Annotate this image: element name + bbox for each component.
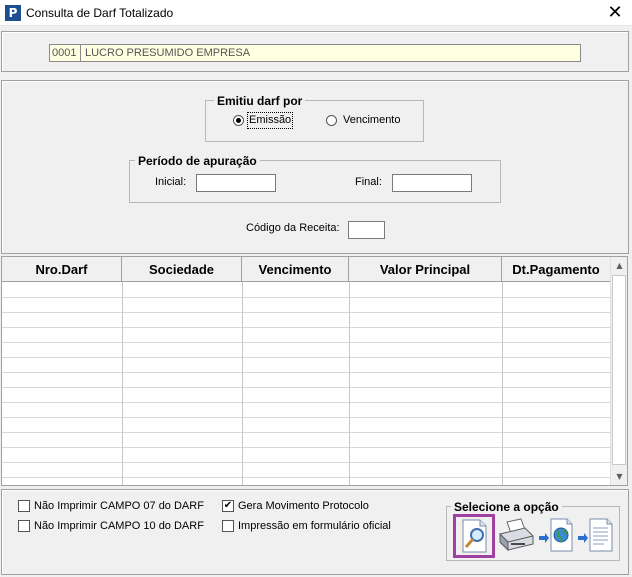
checkbox-campo-07[interactable] — [18, 500, 30, 512]
radio-vencimento-label[interactable]: Vencimento — [343, 114, 400, 127]
export-web-icon — [539, 518, 573, 552]
codigo-receita-label: Código da Receita: — [246, 222, 340, 234]
table-header: Nro.Darf Sociedade Vencimento Valor Prin… — [2, 257, 610, 282]
inicial-input[interactable] — [196, 174, 276, 192]
checkbox-gera-movimento[interactable]: ✔ — [222, 500, 234, 512]
table-scrollbar[interactable]: ▲ ▼ — [610, 257, 627, 485]
scroll-thumb[interactable] — [612, 275, 626, 465]
table-column-line — [349, 282, 350, 485]
close-button[interactable]: ✕ — [600, 1, 630, 25]
checkbox-campo-10-label[interactable]: Não Imprimir CAMPO 10 do DARF — [34, 520, 204, 532]
radio-emissao-label[interactable]: Emissão — [246, 112, 294, 129]
inicial-label: Inicial: — [155, 176, 187, 188]
table-row-line — [2, 327, 610, 328]
print-button[interactable] — [497, 516, 537, 556]
col-nro-darf[interactable]: Nro.Darf — [2, 257, 122, 282]
table-row-line — [2, 462, 610, 463]
col-valor-principal[interactable]: Valor Principal — [349, 257, 502, 282]
table-row-line — [2, 477, 610, 478]
table-row-line — [2, 342, 610, 343]
checkbox-formulario-oficial[interactable] — [222, 520, 234, 532]
radio-vencimento[interactable] — [326, 115, 337, 126]
document-icon — [578, 518, 613, 552]
table-row-line — [2, 297, 610, 298]
document-button[interactable] — [576, 516, 616, 556]
table-row-line — [2, 417, 610, 418]
actions-group-title: Selecione a opção — [451, 500, 562, 514]
table-column-line — [122, 282, 123, 485]
window-title: Consulta de Darf Totalizado — [26, 6, 174, 20]
final-label: Final: — [355, 176, 382, 188]
col-vencimento[interactable]: Vencimento — [242, 257, 349, 282]
final-input[interactable] — [392, 174, 472, 192]
table-row-line — [2, 387, 610, 388]
company-code: 0001 — [50, 45, 81, 61]
checkbox-gera-movimento-label[interactable]: Gera Movimento Protocolo — [238, 500, 369, 512]
col-dt-pagamento[interactable]: Dt.Pagamento — [502, 257, 610, 282]
export-web-button[interactable] — [537, 516, 577, 556]
periodo-group-title: Período de apuração — [135, 154, 260, 168]
table-column-line — [502, 282, 503, 485]
table-row-line — [2, 402, 610, 403]
col-sociedade[interactable]: Sociedade — [122, 257, 242, 282]
table-row-line — [2, 447, 610, 448]
darf-table[interactable]: Nro.Darf Sociedade Vencimento Valor Prin… — [1, 256, 628, 486]
table-row-line — [2, 312, 610, 313]
app-icon: P — [5, 5, 21, 21]
checkbox-campo-10[interactable] — [18, 520, 30, 532]
search-icon — [462, 519, 487, 553]
table-column-line — [242, 282, 243, 485]
title-bar: P Consulta de Darf Totalizado ✕ — [0, 0, 632, 26]
printer-icon — [499, 518, 534, 552]
emitiu-group-title: Emitiu darf por — [214, 94, 306, 108]
search-button[interactable] — [453, 514, 495, 558]
checkbox-formulario-oficial-label[interactable]: Impressão em formulário oficial — [238, 520, 391, 532]
checkbox-campo-07-label[interactable]: Não Imprimir CAMPO 07 do DARF — [34, 500, 204, 512]
company-name: LUCRO PRESUMIDO EMPRESA — [85, 47, 251, 59]
table-row-line — [2, 432, 610, 433]
table-row-line — [2, 372, 610, 373]
scroll-up-icon[interactable]: ▲ — [611, 257, 627, 274]
scroll-down-icon[interactable]: ▼ — [611, 468, 627, 485]
company-field: 0001 LUCRO PRESUMIDO EMPRESA — [49, 44, 581, 62]
codigo-receita-input[interactable] — [348, 221, 385, 239]
radio-emissao[interactable] — [233, 115, 244, 126]
table-row-line — [2, 357, 610, 358]
